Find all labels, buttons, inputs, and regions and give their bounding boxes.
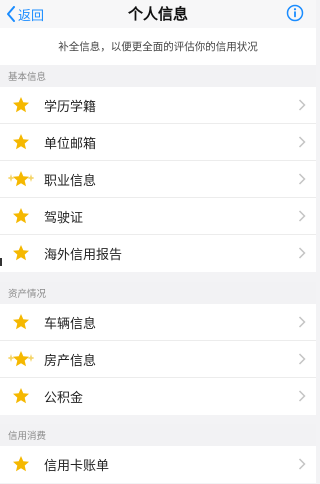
star-icon [13,97,29,113]
chevron-right-icon [298,390,306,402]
star-sparkle-icon [8,171,34,187]
list-item-label: 海外信用报告 [44,248,123,263]
star-icon [13,245,29,261]
chevron-right-icon [298,458,306,470]
list-item-label: 信用卡账单 [44,459,110,474]
list-item-label: 学历学籍 [44,100,97,115]
chevron-right-icon [298,136,306,148]
chevron-right-icon [298,99,306,111]
list-item-housing-fund[interactable]: 公积金 [0,378,316,415]
list-item-property[interactable]: 房产信息 [0,341,316,378]
star-icon [13,388,29,404]
list-item-label: 公积金 [44,391,84,406]
navigation-bar: 返回 个人信息 [0,0,316,28]
star-sparkle-icon [8,351,34,367]
list-item-occupation[interactable]: 职业信息 [0,161,316,198]
list-item-label: 单位邮箱 [44,137,97,152]
chevron-right-icon [298,316,306,328]
list-item-label: 职业信息 [44,174,97,189]
list-item-credit-card-bill[interactable]: 信用卡账单 [0,446,316,483]
page-title: 个人信息 [127,5,188,23]
list-item-vehicle[interactable]: 车辆信息 [0,304,316,341]
list-item-label: 车辆信息 [44,317,97,332]
star-icon [13,134,29,150]
list-item-overseas-credit-report[interactable]: 海外信用报告 [0,235,316,272]
section-header-basic-info: 基本信息 [0,65,316,87]
star-icon [13,314,29,330]
edge-marker [0,258,2,266]
star-icon [13,456,29,472]
chevron-right-icon [298,210,306,222]
section-header-assets: 资产情况 [0,282,316,304]
chevron-right-icon [298,247,306,259]
list-item-driving-license[interactable]: 驾驶证 [0,198,316,235]
list-item-work-email[interactable]: 单位邮箱 [0,124,316,161]
star-icon [13,208,29,224]
list-item-label: 驾驶证 [44,211,84,226]
notice-banner: 补全信息，以便更全面的评估你的信用状况 [0,28,316,66]
section-header-credit-consumption: 信用消费 [0,424,316,446]
list-item-label: 房产信息 [44,354,97,369]
chevron-right-icon [298,353,306,365]
list-item-education[interactable]: 学历学籍 [0,87,316,124]
info-circle-icon[interactable] [286,4,304,22]
chevron-right-icon [298,173,306,185]
